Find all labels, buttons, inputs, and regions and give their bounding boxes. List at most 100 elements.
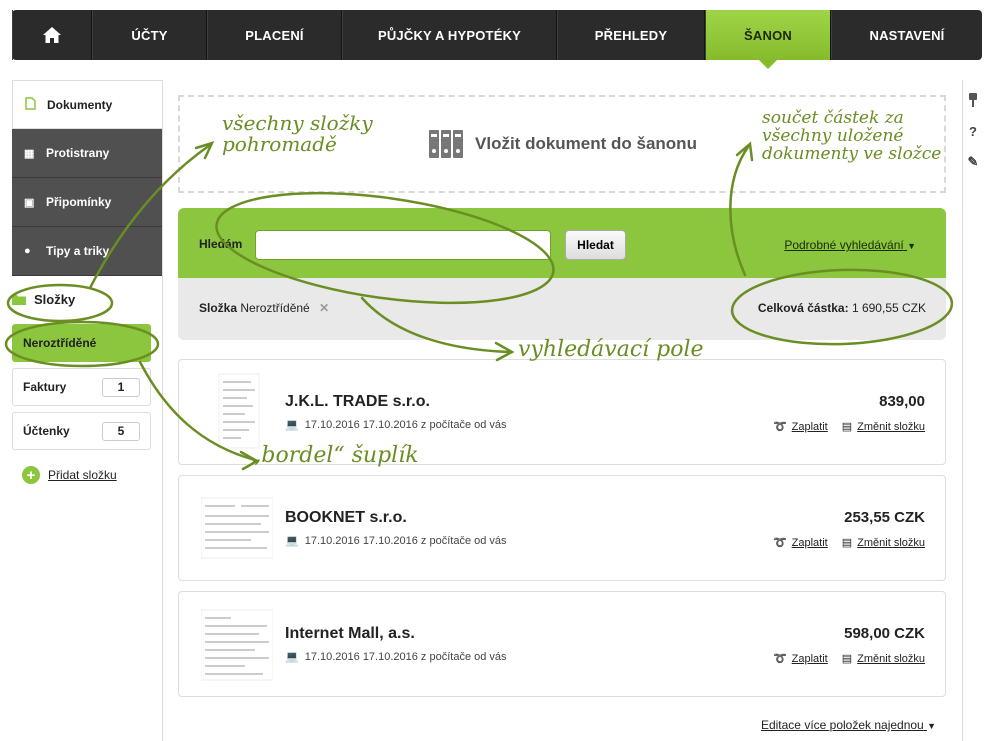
computer-icon: 💻 xyxy=(285,651,299,663)
sidebar-item-documents[interactable]: Dokumenty xyxy=(12,80,163,129)
tab-loans[interactable]: PŮJČKY A HYPOTÉKY xyxy=(342,10,557,60)
home-tab[interactable] xyxy=(12,10,92,60)
annotation-line: pohromadě xyxy=(222,132,337,156)
annotation-folders-together: všechny složky pohromadě xyxy=(222,113,373,155)
sidebar-item-label: Protistrany xyxy=(46,146,110,160)
folder-filter-value: Neroztříděné xyxy=(240,301,310,315)
document-meta: 💻 17.10.2016 17.10.2016 z počítače od vás xyxy=(285,418,507,432)
pay-icon: ➰ xyxy=(772,537,787,549)
document-actions: ➰ Zaplatit ▤ Změnit složku xyxy=(772,536,925,550)
change-folder-link[interactable]: Změnit složku xyxy=(857,653,925,665)
sidebar: Dokumenty ▦ Protistrany ▣ Připomínky ● T… xyxy=(12,80,163,276)
annotation-search-field: vyhledávací pole xyxy=(518,337,704,362)
change-folder-link[interactable]: Změnit složku xyxy=(857,537,925,549)
search-button[interactable]: Hledat xyxy=(565,230,626,260)
advanced-search-link[interactable]: Podrobné vyhledávání ▼ xyxy=(784,238,916,252)
total-label: Celková částka: xyxy=(757,301,849,315)
sidebar-item-label: Dokumenty xyxy=(47,97,113,112)
pin-icon[interactable] xyxy=(963,92,983,111)
sidebar-item-label: Připomínky xyxy=(46,195,112,209)
pay-link[interactable]: Zaplatit xyxy=(792,537,828,549)
annotation-line: všechny uložené xyxy=(762,125,904,146)
search-label: Hledám xyxy=(199,237,243,251)
pay-icon: ➰ xyxy=(772,421,787,433)
filter-bar: Složka Neroztříděné ✕ Celková částka: 1 … xyxy=(178,278,946,340)
folder-count: 1 xyxy=(102,378,140,397)
folder-count: 5 xyxy=(102,422,140,441)
search-input[interactable] xyxy=(255,230,551,260)
document-thumbnail[interactable] xyxy=(201,604,273,684)
change-folder-link[interactable]: Změnit složku xyxy=(857,421,925,433)
document-icon xyxy=(25,96,39,113)
sidebar-item-reminders[interactable]: ▣ Připomínky xyxy=(12,178,163,227)
home-icon xyxy=(43,27,61,43)
document-name[interactable]: J.K.L. TRADE s.r.o. xyxy=(285,393,430,411)
folder-invoices[interactable]: Faktury 1 xyxy=(12,368,151,406)
advanced-search-label: Podrobné vyhledávání xyxy=(784,238,904,252)
right-rail: ? ✎ xyxy=(962,80,982,741)
add-folder-label[interactable]: Přidat složku xyxy=(48,468,117,482)
tab-overviews[interactable]: PŘEHLEDY xyxy=(557,10,705,60)
document-meta: 💻 17.10.2016 17.10.2016 z počítače od vás xyxy=(285,534,507,548)
document-thumbnail[interactable] xyxy=(201,372,273,452)
document-name[interactable]: BOOKNET s.r.o. xyxy=(285,509,407,527)
plus-icon: + xyxy=(22,466,40,484)
annotation-line: všechny složky xyxy=(222,111,373,135)
move-folder-icon: ▤ xyxy=(841,421,853,433)
annotation-line: dokumenty ve složce xyxy=(762,143,942,164)
edit-icon[interactable]: ✎ xyxy=(963,154,983,170)
document-name[interactable]: Internet Mall, a.s. xyxy=(285,625,415,643)
folder-icon xyxy=(12,295,26,305)
sidebar-divider xyxy=(162,80,163,741)
document-actions: ➰ Zaplatit ▤ Změnit složku xyxy=(772,652,925,666)
computer-icon: 💻 xyxy=(285,535,299,547)
document-row[interactable]: BOOKNET s.r.o. 💻 17.10.2016 17.10.2016 z … xyxy=(178,475,946,581)
caret-down-icon: ▼ xyxy=(927,721,936,731)
folder-label: Neroztříděné xyxy=(23,336,97,350)
folder-receipts[interactable]: Účtenky 5 xyxy=(12,412,151,450)
tab-binder[interactable]: ŠANON xyxy=(705,10,831,69)
add-folder-link[interactable]: + Přidat složku xyxy=(22,466,117,484)
folder-label: Účtenky xyxy=(23,424,70,438)
folder-filter: Složka Neroztříděné ✕ xyxy=(199,301,329,315)
upload-label: Vložit dokument do šanonu xyxy=(475,134,697,153)
main-nav: ÚČTY PLACENÍ PŮJČKY A HYPOTÉKY PŘEHLEDY … xyxy=(12,10,982,69)
sidebar-item-counterparties[interactable]: ▦ Protistrany xyxy=(12,129,163,178)
total-amount: Celková částka: 1 690,55 CZK xyxy=(758,301,926,315)
calendar-icon: ▣ xyxy=(24,196,35,209)
sidebar-item-tips[interactable]: ● Tipy a triky xyxy=(12,227,163,276)
help-icon[interactable]: ? xyxy=(963,124,983,139)
bulk-edit-link[interactable]: Editace více položek najednou ▼ xyxy=(761,718,936,732)
search-panel: Hledám Hledat Podrobné vyhledávání ▼ xyxy=(178,208,946,278)
bulk-edit-label: Editace více položek najednou xyxy=(760,718,924,732)
remove-filter-icon[interactable]: ✕ xyxy=(319,301,329,315)
document-date: 17.10.2016 17.10.2016 z počítače od vás xyxy=(304,650,507,663)
move-folder-icon: ▤ xyxy=(841,653,853,665)
tab-settings[interactable]: NASTAVENÍ xyxy=(831,10,982,60)
folders-heading: Složky xyxy=(12,292,75,307)
document-thumbnail[interactable] xyxy=(201,488,273,568)
folder-unsorted[interactable]: Neroztříděné xyxy=(12,324,151,362)
tab-accounts[interactable]: ÚČTY xyxy=(92,10,207,60)
annotation-mess-drawer: „bordel“ šuplík xyxy=(250,443,419,468)
folder-filter-label: Složka xyxy=(199,301,238,315)
folders-heading-label: Složky xyxy=(34,292,76,307)
document-row[interactable]: Internet Mall, a.s. 💻 17.10.2016 17.10.20… xyxy=(178,591,946,697)
annotation-sum-note: součet částek za všechny uložené dokumen… xyxy=(762,109,942,164)
document-amount: 598,00 CZK xyxy=(844,625,925,642)
folder-label: Faktury xyxy=(23,380,67,394)
sidebar-item-label: Tipy a triky xyxy=(46,244,110,258)
pay-link[interactable]: Zaplatit xyxy=(792,421,828,433)
document-date: 17.10.2016 17.10.2016 z počítače od vás xyxy=(304,418,507,431)
document-date: 17.10.2016 17.10.2016 z počítače od vás xyxy=(304,534,507,547)
tab-payments[interactable]: PLACENÍ xyxy=(207,10,342,60)
counterparties-icon: ▦ xyxy=(24,147,35,160)
computer-icon: 💻 xyxy=(285,419,299,431)
total-value: 1 690,55 CZK xyxy=(851,301,926,315)
bulb-icon: ● xyxy=(24,245,31,257)
pay-icon: ➰ xyxy=(772,653,787,665)
binders-icon xyxy=(429,130,464,158)
move-folder-icon: ▤ xyxy=(841,537,853,549)
document-actions: ➰ Zaplatit ▤ Změnit složku xyxy=(772,420,925,434)
pay-link[interactable]: Zaplatit xyxy=(792,653,828,665)
